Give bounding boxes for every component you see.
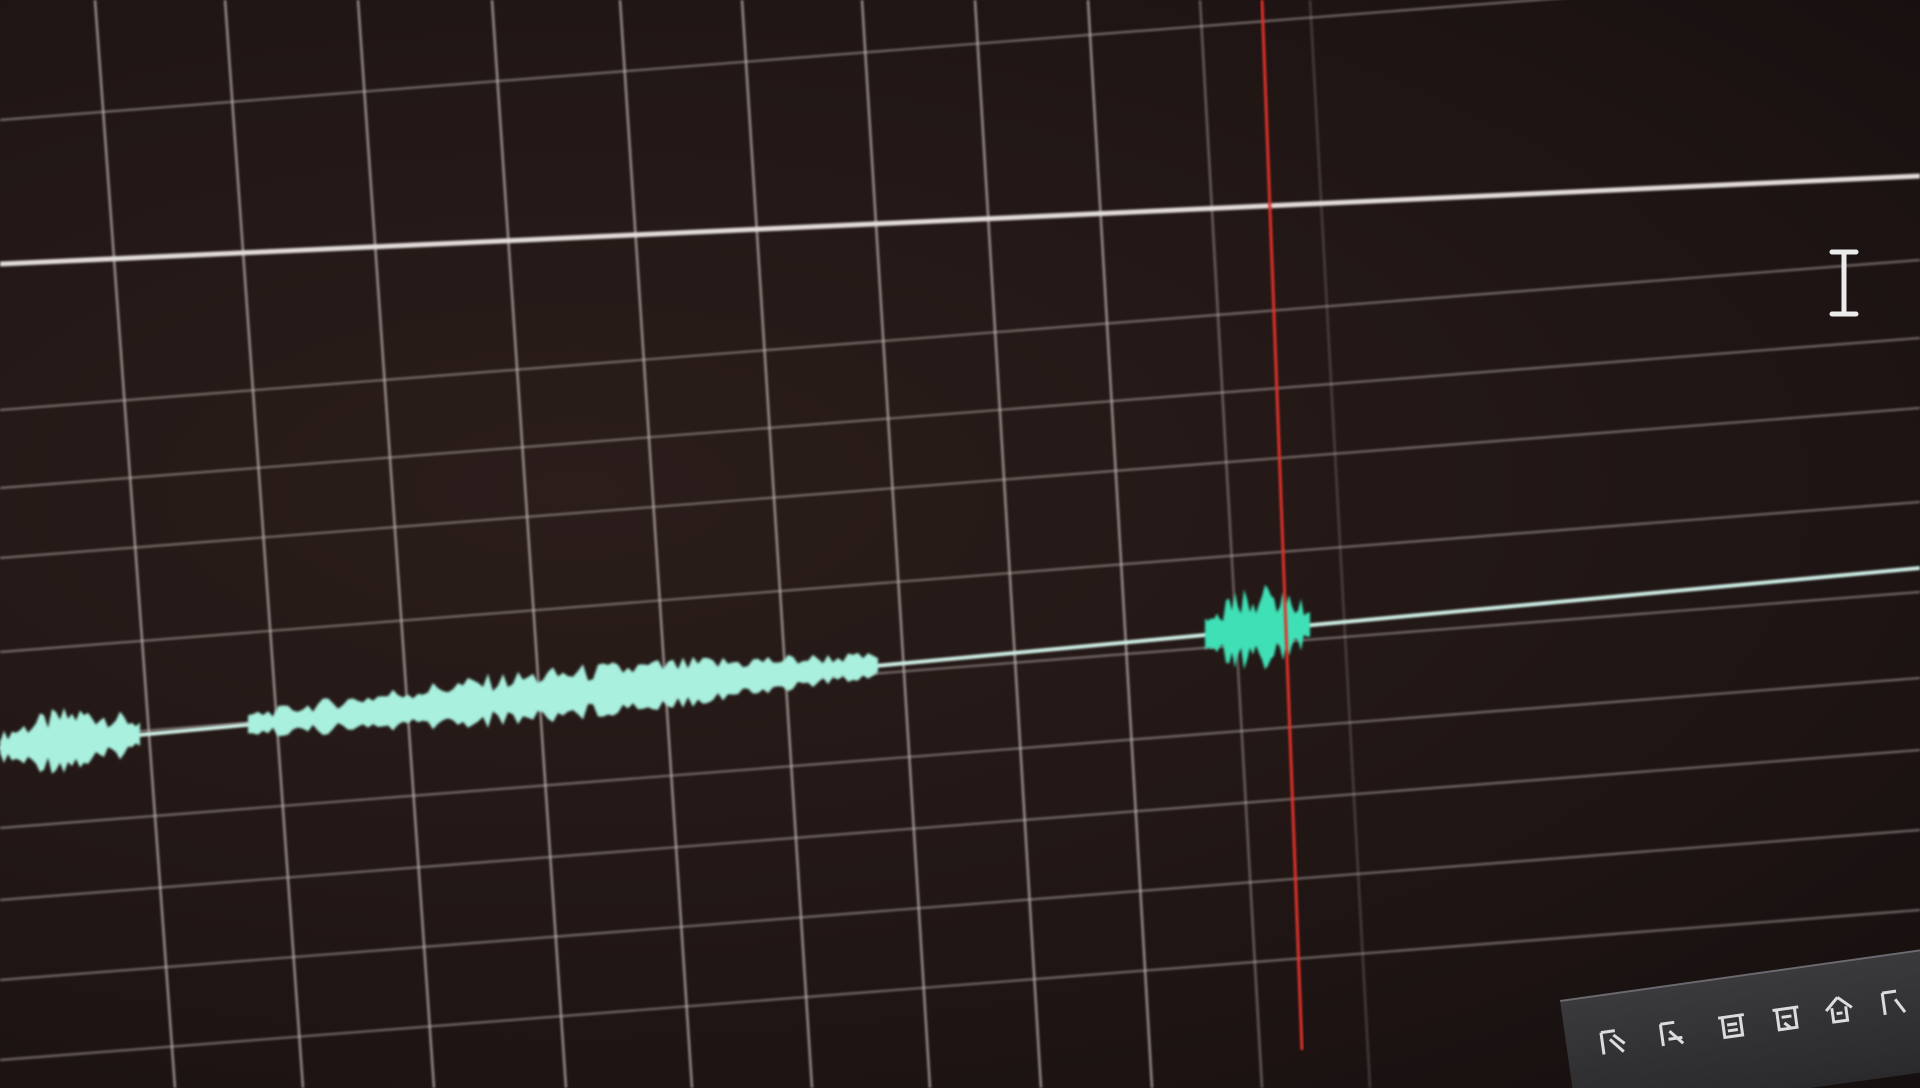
waveform-shape xyxy=(1205,584,1310,670)
grid-line-vertical xyxy=(93,0,177,1088)
grid-line-vertical xyxy=(1308,0,1372,1088)
timeline-canvas[interactable] xyxy=(0,0,1920,1088)
grid-line-horizontal xyxy=(0,258,1920,412)
grid-line-horizontal xyxy=(0,336,1920,490)
tool-icon-4[interactable] xyxy=(1767,998,1805,1036)
grid-line-vertical xyxy=(1198,0,1264,1088)
playhead-line[interactable] xyxy=(1260,0,1304,1051)
grid-line-horizontal xyxy=(0,676,1920,830)
audio-editor-screen xyxy=(0,0,1920,1088)
tool-icon-2[interactable] xyxy=(1654,1014,1692,1052)
grid-line-vertical xyxy=(356,0,436,1088)
grid-line-horizontal xyxy=(0,0,1551,122)
waveform-shape xyxy=(248,652,878,737)
waveform-clip-2[interactable] xyxy=(248,652,878,737)
grid-line-vertical xyxy=(973,0,1043,1088)
grid-line-vertical xyxy=(618,0,694,1088)
grid-line-vertical xyxy=(740,0,814,1088)
timeline-grid-horizontal xyxy=(0,0,1920,1062)
grid-line-vertical xyxy=(223,0,305,1088)
tool-icon-1[interactable] xyxy=(1594,1023,1632,1061)
grid-line-vertical xyxy=(490,0,568,1088)
grid-line-vertical xyxy=(860,0,932,1088)
waveform-clip-1[interactable] xyxy=(0,707,140,774)
track-divider-line xyxy=(0,173,1920,267)
grid-line-horizontal xyxy=(0,748,1920,902)
grid-line-horizontal xyxy=(0,406,1920,560)
waveform-clip-3[interactable] xyxy=(1205,584,1310,670)
waveform-shape xyxy=(0,707,140,774)
timeline-grid-vertical xyxy=(93,0,1372,1088)
tool-icon-3[interactable] xyxy=(1713,1006,1751,1044)
tool-icon-5[interactable] xyxy=(1820,991,1858,1029)
grid-line-horizontal xyxy=(0,500,1920,654)
grid-line-horizontal xyxy=(0,828,1920,982)
tool-icon-6[interactable] xyxy=(1873,984,1911,1022)
grid-line-vertical xyxy=(1086,0,1154,1088)
text-ibeam-cursor-icon xyxy=(1828,248,1860,318)
